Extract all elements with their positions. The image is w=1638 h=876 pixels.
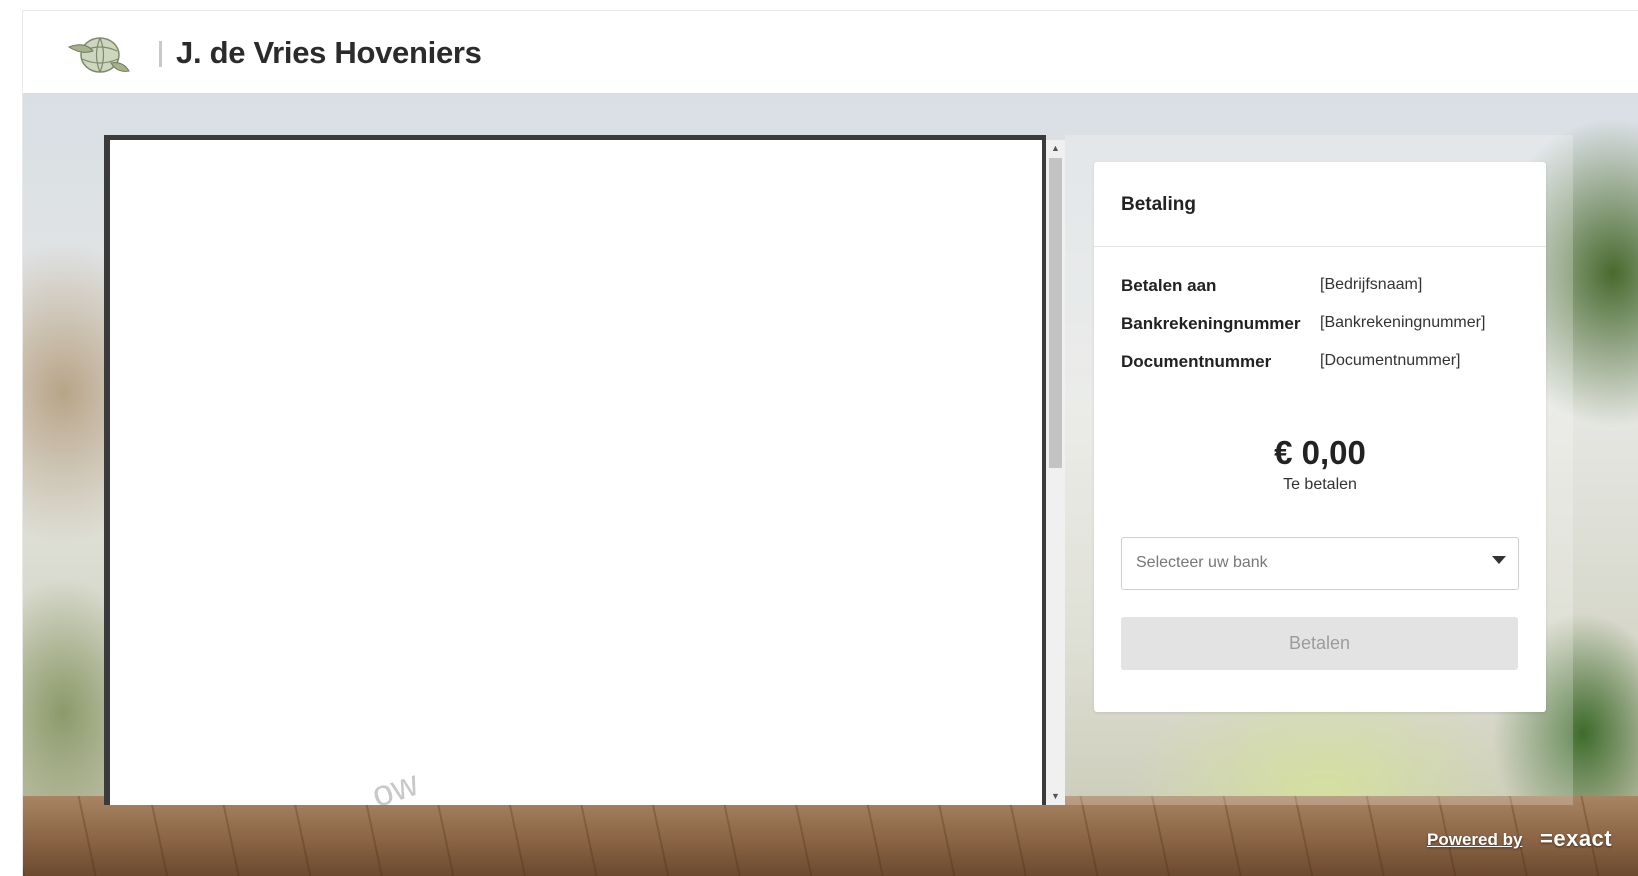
header: J. de Vries Hoveniers bbox=[23, 11, 1638, 93]
scroll-down-arrow-icon[interactable]: ▼ bbox=[1046, 788, 1065, 805]
pay-to-value: [Bedrijfsnaam] bbox=[1320, 276, 1423, 293]
document-viewer[interactable]: ow bbox=[110, 140, 1042, 805]
amount-due-caption: Te betalen bbox=[1283, 476, 1357, 493]
pay-to-label: Betalen aan bbox=[1121, 276, 1217, 295]
scroll-thumb[interactable] bbox=[1049, 158, 1062, 468]
exact-logo[interactable]: =exact bbox=[1540, 826, 1612, 852]
caret-down-icon bbox=[1492, 556, 1506, 564]
company-name: J. de Vries Hoveniers bbox=[176, 35, 482, 70]
bank-account-value: [Bankrekeningnummer] bbox=[1320, 314, 1486, 331]
amount-due: € 0,00 bbox=[1274, 434, 1366, 471]
document-number-value: [Documentnummer] bbox=[1320, 352, 1461, 369]
scroll-up-arrow-icon[interactable]: ▲ bbox=[1046, 140, 1065, 157]
pay-button[interactable]: Betalen bbox=[1121, 617, 1518, 670]
document-number-label: Documentnummer bbox=[1121, 352, 1272, 371]
document-watermark: ow bbox=[366, 761, 424, 805]
wooden-deck-background bbox=[23, 796, 1638, 876]
powered-by-link[interactable]: Powered by bbox=[1427, 830, 1522, 850]
bank-select-placeholder: Selecteer uw bank bbox=[1136, 554, 1268, 571]
payment-title: Betaling bbox=[1121, 194, 1196, 215]
bank-account-label: Bankrekeningnummer bbox=[1121, 314, 1301, 333]
payment-card-header: Betaling bbox=[1094, 162, 1546, 247]
payment-card: Betaling Betalen aan [Bedrijfsnaam] Bank… bbox=[1094, 162, 1546, 712]
document-scrollbar[interactable]: ▲ ▼ bbox=[1046, 140, 1065, 805]
brand-separator bbox=[159, 41, 162, 67]
globe-leaf-logo-icon bbox=[67, 37, 130, 73]
bank-select[interactable]: Selecteer uw bank bbox=[1121, 537, 1519, 590]
